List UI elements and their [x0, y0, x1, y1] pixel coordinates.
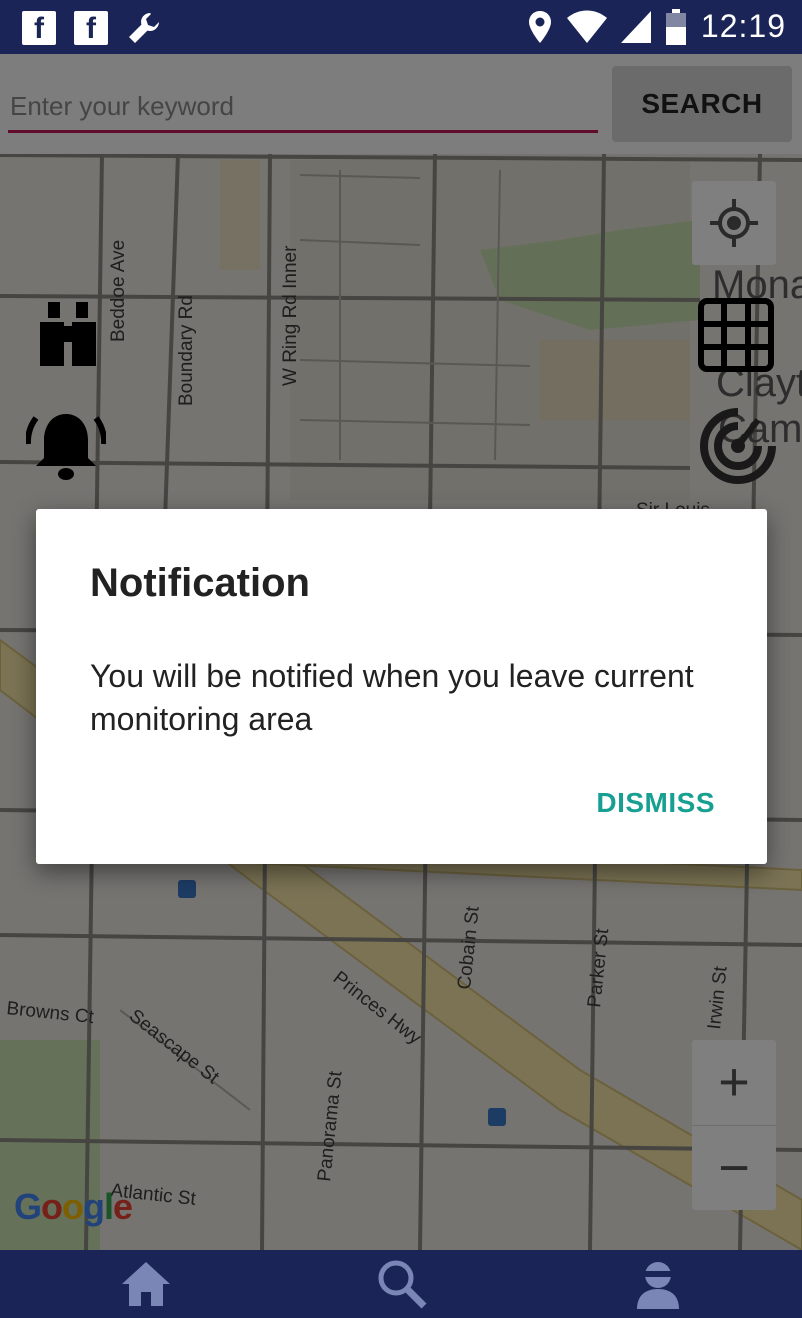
dialog-message: You will be notified when you leave curr… [90, 658, 694, 737]
notification-dialog: Notification You will be notified when y… [36, 509, 767, 864]
search-icon [378, 1260, 427, 1309]
nav-home[interactable] [86, 1250, 206, 1318]
bottom-nav [0, 1250, 802, 1318]
cell-signal-icon [620, 10, 651, 43]
nav-search[interactable] [342, 1250, 462, 1318]
nav-profile[interactable] [598, 1250, 718, 1318]
location-pin-icon [528, 10, 551, 43]
facebook-icon: f [22, 11, 56, 45]
dismiss-button[interactable]: DISMISS [596, 787, 715, 819]
status-time: 12:19 [700, 8, 786, 44]
status-bar: f f 12:19 [0, 0, 802, 54]
profile-icon [637, 1262, 679, 1309]
dialog-title: Notification [90, 561, 310, 605]
facebook-icon: f [74, 11, 108, 45]
home-icon [122, 1262, 170, 1306]
battery-icon [665, 8, 686, 45]
wrench-icon [129, 13, 159, 43]
wifi-icon [566, 10, 607, 43]
